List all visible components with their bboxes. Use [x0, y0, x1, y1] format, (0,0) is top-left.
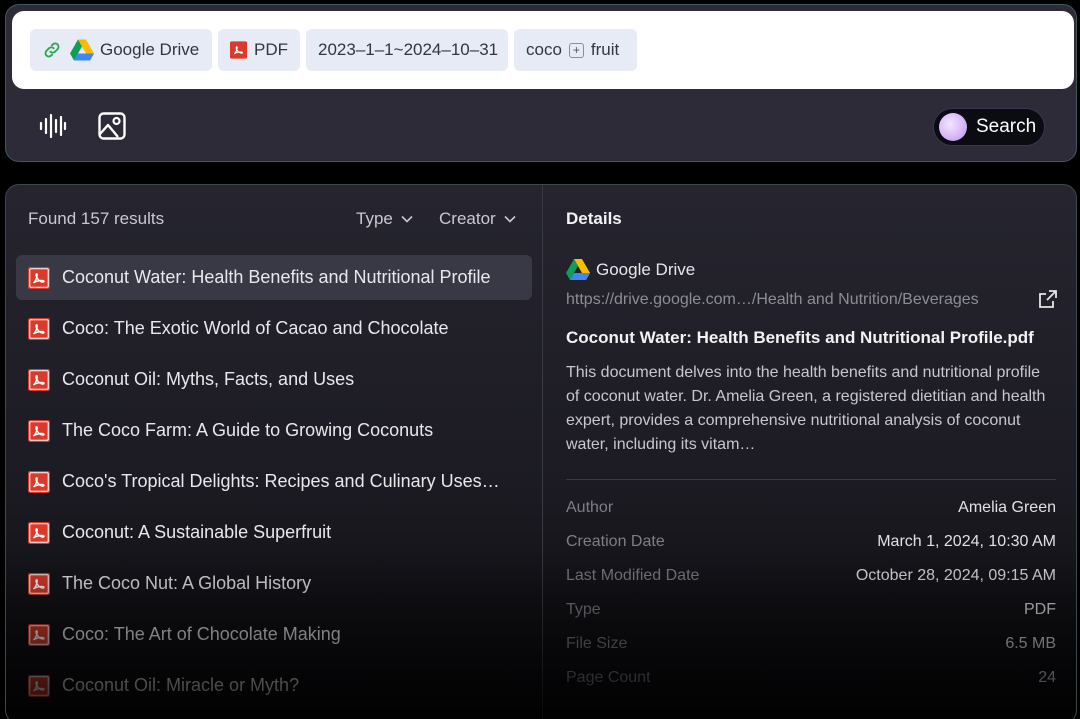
type-filter-chip[interactable]: PDF: [218, 29, 300, 71]
type-filter-dropdown-label: Type: [356, 209, 393, 228]
result-item[interactable]: Coconut Water: Health Benefits and Nutri…: [16, 255, 532, 300]
pdf-icon: [28, 317, 50, 340]
source-filter-label: Google Drive: [100, 40, 200, 59]
details-source-label: Google Drive: [596, 259, 696, 279]
pdf-icon: [28, 470, 50, 493]
chevron-down-icon: [401, 215, 413, 223]
metadata-key: File Size: [566, 635, 628, 652]
metadata-row: Last Modified Date October 28, 2024, 09:1…: [566, 567, 1056, 591]
result-item[interactable]: Coconut Oil: Miracle or Myth?: [16, 663, 532, 708]
metadata-row: Creation Date March 1, 2024, 10:30 AM: [566, 533, 1056, 557]
pdf-icon: [28, 419, 50, 442]
metadata-value: Amelia Green: [958, 499, 1056, 516]
search-input[interactable]: Google Drive PDF 2023–1–1~2024–10–31 coc…: [12, 11, 1074, 89]
result-item[interactable]: Coconut Oil: Myths, Facts, and Uses: [16, 357, 532, 402]
result-item[interactable]: The Coco Nut: A Global History: [16, 561, 532, 606]
metadata-key: Creation Date: [566, 533, 665, 550]
pdf-icon: [230, 41, 248, 59]
and-operator-icon: +: [568, 42, 584, 58]
result-item-title: Coco: The Exotic World of Cacao and Choc…: [62, 318, 449, 338]
result-item-title: Coco's Tropical Delights: Recipes and Cu…: [62, 471, 500, 491]
metadata-value: 24: [1038, 669, 1056, 686]
type-filter-label: PDF: [254, 40, 288, 59]
results-count: Found 157 results: [28, 209, 165, 228]
external-link-icon[interactable]: [1038, 289, 1058, 309]
search-orb-icon: [939, 113, 967, 141]
creator-filter-dropdown-label: Creator: [439, 209, 496, 228]
google-drive-icon: [70, 39, 94, 61]
metadata-key: Last Modified Date: [566, 567, 700, 584]
results-panel: Found 157 results Type Creator Coconut W…: [5, 184, 1077, 719]
metadata-row: Type PDF: [566, 601, 1056, 625]
pdf-icon: [28, 521, 50, 544]
search-button-label: Search: [976, 116, 1037, 137]
metadata-row: File Size 6.5 MB: [566, 635, 1056, 659]
result-item[interactable]: Coco: The Art of Chocolate Making: [16, 612, 532, 657]
result-item[interactable]: Coconut: A Sustainable Superfruit: [16, 510, 532, 555]
query-term-1: coco: [526, 40, 562, 59]
metadata-value: March 1, 2024, 10:30 AM: [877, 533, 1056, 550]
result-item[interactable]: Coco's Tropical Delights: Recipes and Cu…: [16, 459, 532, 504]
pdf-icon: [28, 266, 50, 289]
metadata-value: October 28, 2024, 09:15 AM: [855, 567, 1056, 584]
metadata-key: Author: [566, 499, 614, 516]
chevron-down-icon: [504, 215, 516, 223]
result-item-title: The Coco Farm: A Guide to Growing Coconu…: [62, 420, 434, 440]
metadata-value: 6.5 MB: [1005, 635, 1056, 652]
result-item-title: Coconut Oil: Miracle or Myth?: [62, 675, 300, 695]
creator-filter-dropdown[interactable]: Creator: [439, 209, 516, 229]
result-list: Coconut Water: Health Benefits and Nutri…: [16, 255, 532, 714]
image-icon[interactable]: [97, 111, 127, 141]
details-file-title: Coconut Water: Health Benefits and Nutri…: [566, 328, 1034, 347]
pdf-icon: [28, 572, 50, 595]
pdf-icon: [28, 368, 50, 391]
voice-waveform-icon[interactable]: [37, 111, 67, 141]
panel-divider: [542, 185, 543, 719]
pdf-icon: [28, 674, 50, 697]
metadata-key: Page Count: [566, 669, 651, 686]
query-term-2: fruit: [590, 40, 620, 59]
type-filter-dropdown[interactable]: Type: [356, 209, 413, 229]
pdf-icon: [28, 623, 50, 646]
source-filter-chip[interactable]: Google Drive: [30, 29, 212, 71]
metadata-value: PDF: [1024, 601, 1056, 618]
metadata-key: Type: [566, 601, 601, 618]
result-item-title: Coconut Water: Health Benefits and Nutri…: [62, 267, 491, 287]
result-item[interactable]: Coco: The Exotic World of Cacao and Choc…: [16, 306, 532, 351]
date-range-label: 2023–1–1~2024–10–31: [318, 40, 499, 59]
details-description: This document delves into the health ben…: [566, 364, 1046, 453]
date-range-chip[interactable]: 2023–1–1~2024–10–31: [306, 29, 508, 71]
result-item[interactable]: The Coco Farm: A Guide to Growing Coconu…: [16, 408, 532, 453]
search-button[interactable]: Search: [933, 108, 1045, 146]
query-chip[interactable]: coco + fruit: [514, 29, 637, 71]
google-drive-icon: [566, 259, 590, 280]
metadata-row: Page Count 24: [566, 669, 1056, 693]
link-icon: [44, 42, 60, 58]
details-divider: [566, 479, 1056, 480]
details-path: https://drive.google.com…/Health and Nut…: [566, 291, 979, 308]
metadata-row: Author Amelia Green: [566, 499, 1056, 523]
search-panel: Google Drive PDF 2023–1–1~2024–10–31 coc…: [5, 4, 1077, 162]
result-item-title: Coconut Oil: Myths, Facts, and Uses: [62, 369, 355, 389]
details-source: Google Drive: [566, 259, 695, 280]
details-heading: Details: [566, 209, 622, 228]
result-item-title: Coco: The Art of Chocolate Making: [62, 624, 341, 644]
result-item-title: The Coco Nut: A Global History: [62, 573, 312, 593]
result-item-title: Coconut: A Sustainable Superfruit: [62, 522, 332, 542]
